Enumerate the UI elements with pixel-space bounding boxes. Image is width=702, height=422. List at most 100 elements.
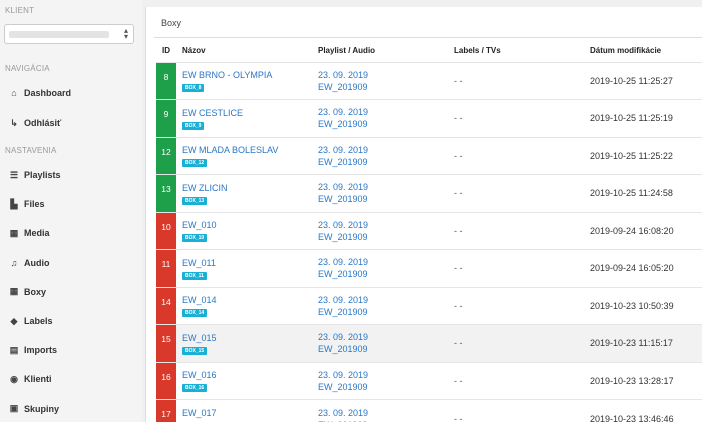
list-icon: ☰ — [9, 169, 19, 180]
column-header-name[interactable]: Názov — [176, 40, 318, 62]
sidebar-item-skupiny[interactable]: ▣ Skupiny — [0, 398, 142, 420]
playlist-link[interactable]: 23. 09. 2019 — [318, 144, 454, 156]
music-icon: ♫ — [10, 257, 18, 268]
table-row[interactable]: 11 EW_011 BOX_11 23. 09. 2019 EW_201909- -20… — [156, 249, 702, 287]
row-labels-cell: - - — [454, 361, 590, 400]
sidebar-item-label: Playlists — [24, 170, 61, 180]
table-row[interactable]: 17EW_017BOX_1723. 09. 2019EW_201909- -20… — [156, 399, 702, 422]
audio-link[interactable]: EW_201909 — [318, 81, 454, 93]
playlist-link[interactable]: 23. 09. 2019 — [318, 294, 454, 306]
sidebar-item-files[interactable]: ▙ Files — [0, 193, 142, 215]
title-divider — [154, 37, 702, 38]
row-id-cell: 11 — [156, 249, 176, 287]
table-row[interactable]: 14 EW_014 BOX_14 23. 09. 2019 EW_201909- -20… — [156, 286, 702, 325]
audio-link[interactable]: EW_201909 — [318, 193, 454, 205]
row-playlist-cell: 23. 09. 2019EW_201909 — [318, 361, 454, 400]
box-name-link[interactable]: EW_016 — [182, 369, 318, 381]
box-name-link[interactable]: EW_010 — [182, 219, 318, 231]
client-select-value — [9, 31, 109, 38]
row-labels-cell: - - — [454, 61, 590, 100]
sidebar: Klient ▴ ▾ Navigácia ⌂ Dashboard ↳ Odhlásiť … — [0, 0, 142, 422]
playlist-link[interactable]: 23. 09. 2019 — [318, 181, 454, 193]
table-row[interactable]: 16 EW_016 BOX_16 23. 09. 2019 EW_201909- -20… — [156, 361, 702, 400]
select-arrows-icon: ▴ ▾ — [123, 26, 128, 41]
row-id-cell: 15 — [156, 324, 176, 362]
sidebar-item-media[interactable]: ▦ Media — [0, 222, 142, 244]
box-name-link[interactable]: EW CESTLICE — [182, 107, 318, 119]
audio-link[interactable]: EW_201909 — [318, 343, 454, 355]
row-date-cell: 2019-10-25 11:25:22 — [590, 136, 702, 175]
sidebar-item-dashboard[interactable]: ⌂ Dashboard — [0, 82, 142, 104]
audio-link[interactable]: EW_201909 — [318, 118, 454, 130]
audio-link[interactable]: EW_201909 — [318, 156, 454, 168]
sidebar-item-label: Audio — [24, 257, 50, 268]
sidebar-item-label: Dashboard — [24, 88, 72, 98]
row-playlist-cell: 23. 09. 2019EW_201909 — [318, 61, 454, 100]
table-row[interactable]: 13 EW ZLICIN BOX_13 23. 09. 2019 EW_201909- … — [156, 174, 702, 212]
row-id-cell: 14 — [156, 286, 176, 325]
table-row[interactable]: 15 EW_015 BOX_15 23. 09. 2019 EW_201909- -20… — [156, 324, 702, 362]
sidebar-item-playlists[interactable]: ☰ Playlists — [0, 164, 142, 186]
client-select[interactable]: ▴ ▾ — [4, 24, 134, 44]
row-playlist-cell: 23. 09. 2019EW_201909 — [318, 399, 454, 422]
box-name-link[interactable]: EW_017 — [182, 407, 318, 419]
row-name-cell: EW CESTLICE BOX_9 — [176, 99, 318, 137]
playlist-link[interactable]: 23. 09. 2019 — [318, 219, 454, 231]
main-panel: Boxy ID Názov Playlist / Audio Labels / … — [145, 7, 702, 422]
box-name-link[interactable]: EW MLADA BOLESLAV — [182, 144, 318, 156]
row-playlist-cell: 23. 09. 2019EW_201909 — [318, 211, 454, 250]
page-title: Boxy — [161, 18, 182, 28]
file-icon: ▙ — [10, 198, 18, 209]
table-row[interactable]: 8 EW BRNO - OLYMPIA BOX_8 23. 09. 2019 EW_20… — [156, 61, 702, 100]
playlist-link[interactable]: 23. 09. 2019 — [318, 407, 454, 419]
box-badge: BOX_14 — [182, 309, 208, 318]
row-name-cell: EW_017BOX_17 — [176, 399, 318, 422]
audio-link[interactable]: EW_201909 — [318, 419, 454, 422]
sidebar-item-odhl-si-[interactable]: ↳ Odhlásiť — [0, 112, 142, 134]
playlist-link[interactable]: 23. 09. 2019 — [318, 331, 454, 343]
column-header-id[interactable]: ID — [156, 40, 176, 62]
box-name-link[interactable]: EW_015 — [182, 332, 318, 344]
table-row[interactable]: 10 EW_010 BOX_10 23. 09. 2019 EW_201909- -20… — [156, 211, 702, 250]
row-id-cell: 12 — [156, 136, 176, 175]
sidebar-item-labels[interactable]: ◆ Labels — [0, 310, 142, 332]
sidebar-item-label: Skupiny — [24, 403, 60, 414]
row-id-cell: 8 — [156, 61, 176, 100]
audio-link[interactable]: EW_201909 — [318, 268, 454, 280]
column-header-labels[interactable]: Labels / TVs — [454, 40, 590, 62]
row-playlist-cell: 23. 09. 2019EW_201909 — [318, 174, 454, 212]
row-date-cell: 2019-10-23 11:15:17 — [590, 324, 702, 362]
audio-link[interactable]: EW_201909 — [318, 231, 454, 243]
sidebar-item-imports[interactable]: ▤ Imports — [0, 339, 142, 361]
table-row[interactable]: 12 EW MLADA BOLESLAV BOX_12 23. 09. 2019 EW_… — [156, 136, 702, 175]
row-labels-cell: - - — [454, 99, 590, 137]
box-badge: BOX_10 — [182, 234, 208, 243]
table-row[interactable]: 9 EW CESTLICE BOX_9 23. 09. 2019 EW_201909- … — [156, 99, 702, 137]
row-date-cell: 2019-09-24 16:08:20 — [590, 211, 702, 250]
row-labels-cell: - - — [454, 286, 590, 325]
box-name-link[interactable]: EW BRNO - OLYMPIA — [182, 69, 318, 81]
column-header-playlist[interactable]: Playlist / Audio — [318, 40, 454, 62]
column-header-date[interactable]: Dátum modifikácie — [590, 40, 702, 62]
box-name-link[interactable]: EW ZLICIN — [182, 182, 318, 194]
client-heading: Klient — [5, 6, 35, 15]
row-id-cell: 17 — [156, 399, 176, 422]
box-name-link[interactable]: EW_011 — [182, 257, 318, 269]
row-id-cell: 9 — [156, 99, 176, 137]
playlist-link[interactable]: 23. 09. 2019 — [318, 369, 454, 381]
sidebar-item-klienti[interactable]: ◉ Klienti — [0, 368, 142, 390]
audio-link[interactable]: EW_201909 — [318, 381, 454, 393]
audio-link[interactable]: EW_201909 — [318, 306, 454, 318]
playlist-link[interactable]: 23. 09. 2019 — [318, 69, 454, 81]
group-icon: ▣ — [9, 403, 19, 414]
sidebar-item-boxy[interactable]: ▦ Boxy — [0, 281, 142, 303]
row-playlist-cell: 23. 09. 2019EW_201909 — [318, 99, 454, 137]
row-date-cell: 2019-09-24 16:05:20 — [590, 249, 702, 287]
row-name-cell: EW MLADA BOLESLAV BOX_12 — [176, 136, 318, 175]
box-name-link[interactable]: EW_014 — [182, 294, 318, 306]
playlist-link[interactable]: 23. 09. 2019 — [318, 256, 454, 268]
row-playlist-cell: 23. 09. 2019EW_201909 — [318, 136, 454, 175]
database-icon: ▤ — [9, 344, 19, 355]
sidebar-item-audio[interactable]: ♫ Audio — [0, 252, 142, 274]
playlist-link[interactable]: 23. 09. 2019 — [318, 106, 454, 118]
